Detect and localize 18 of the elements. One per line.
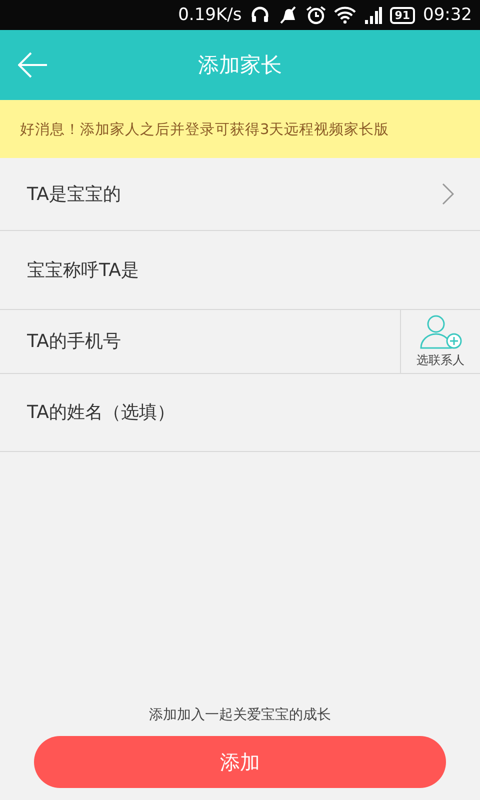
page-title: 添加家长 (198, 52, 282, 79)
input-field[interactable]: 宝宝称呼TA是 (0, 231, 480, 309)
add-person-icon (418, 314, 464, 350)
headset-icon (250, 5, 270, 25)
network-speed: 0.19K/s (178, 5, 242, 25)
chevron-icon (442, 183, 454, 205)
wifi-icon (334, 6, 356, 24)
promo-banner: 好消息！添加家人之后并登录可获得3天远程视频家长版 (0, 100, 480, 158)
input-field[interactable]: TA的姓名（选填） (0, 374, 480, 451)
battery-level: 91 (390, 6, 415, 24)
phone-field[interactable]: TA的手机号 (0, 310, 400, 373)
hint-text: 添加加入一起关爱宝宝的成长 (149, 706, 331, 724)
relation-select[interactable]: TA是宝宝的 (0, 158, 480, 230)
contact-picker-button[interactable]: 选联系人 (400, 310, 480, 373)
clock: 09:32 (423, 5, 472, 25)
muted-bell-icon (278, 5, 298, 25)
signal-icon (364, 6, 382, 24)
alarm-icon (306, 5, 326, 25)
